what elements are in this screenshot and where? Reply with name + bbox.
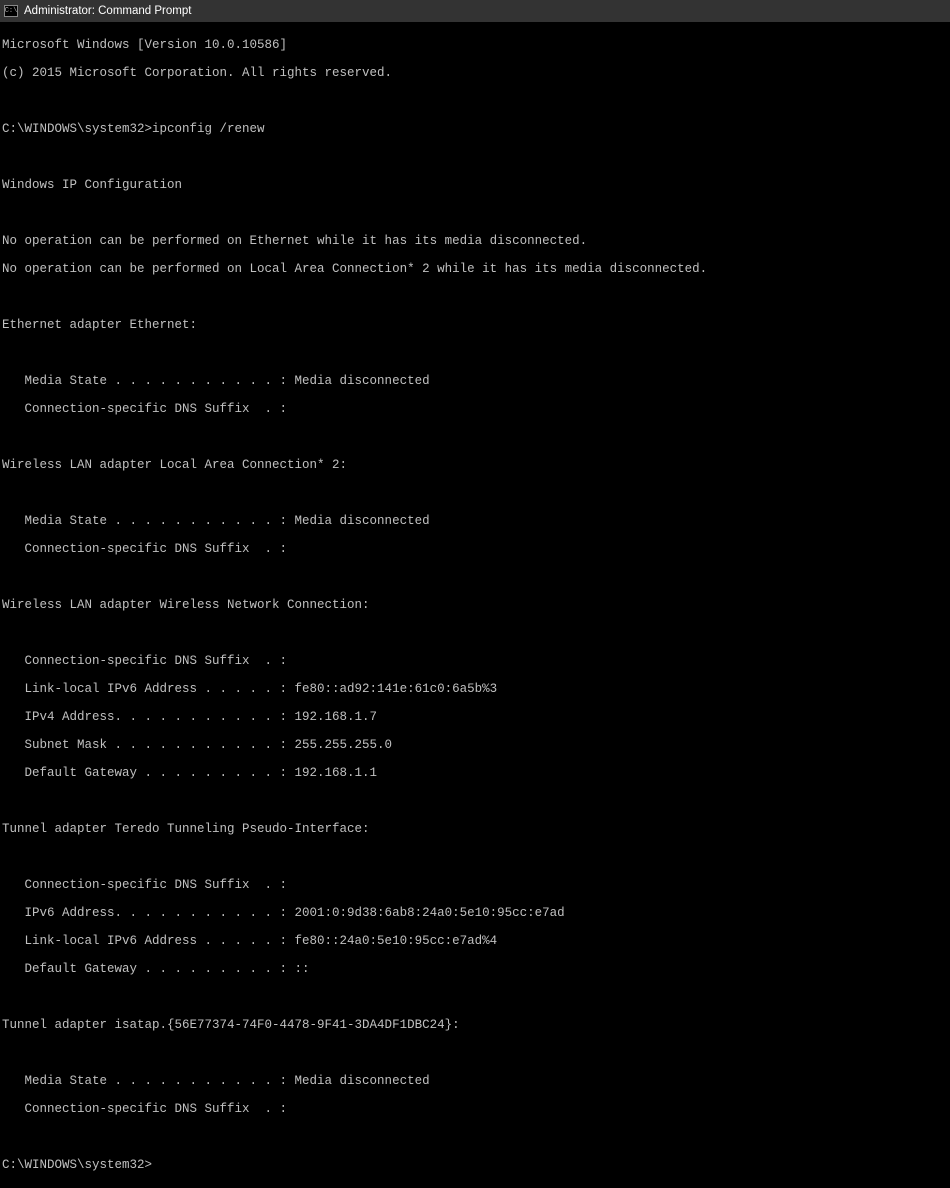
output-line: No operation can be performed on Local A…	[2, 262, 948, 276]
output-line: Media State . . . . . . . . . . . : Medi…	[2, 1074, 948, 1088]
prompt-line: C:\WINDOWS\system32>ipconfig /renew	[2, 122, 948, 136]
output-line: Connection-specific DNS Suffix . :	[2, 1102, 948, 1116]
output-line: Subnet Mask . . . . . . . . . . . : 255.…	[2, 738, 948, 752]
output-line: Default Gateway . . . . . . . . . : 192.…	[2, 766, 948, 780]
adapter-header: Tunnel adapter Teredo Tunneling Pseudo-I…	[2, 822, 948, 836]
output-line: No operation can be performed on Etherne…	[2, 234, 948, 248]
window-title: Administrator: Command Prompt	[24, 5, 191, 17]
window-titlebar[interactable]: C:\ Administrator: Command Prompt	[0, 0, 950, 22]
output-line	[2, 346, 948, 360]
output-line	[2, 794, 948, 808]
output-line: (c) 2015 Microsoft Corporation. All righ…	[2, 66, 948, 80]
output-line: IPv4 Address. . . . . . . . . . . : 192.…	[2, 710, 948, 724]
output-line	[2, 150, 948, 164]
output-line	[2, 1046, 948, 1060]
output-line	[2, 206, 948, 220]
output-line: Media State . . . . . . . . . . . : Medi…	[2, 374, 948, 388]
output-line: Media State . . . . . . . . . . . : Medi…	[2, 514, 948, 528]
adapter-header: Wireless LAN adapter Local Area Connecti…	[2, 458, 948, 472]
output-line	[2, 850, 948, 864]
prompt-line: C:\WINDOWS\system32>	[2, 1158, 948, 1172]
output-line	[2, 430, 948, 444]
terminal-output[interactable]: Microsoft Windows [Version 10.0.10586] (…	[0, 22, 950, 1188]
output-line	[2, 626, 948, 640]
output-line: IPv6 Address. . . . . . . . . . . : 2001…	[2, 906, 948, 920]
output-line: Connection-specific DNS Suffix . :	[2, 654, 948, 668]
output-line: Link-local IPv6 Address . . . . . : fe80…	[2, 682, 948, 696]
output-line: Microsoft Windows [Version 10.0.10586]	[2, 38, 948, 52]
output-line: Default Gateway . . . . . . . . . : ::	[2, 962, 948, 976]
output-line: Connection-specific DNS Suffix . :	[2, 542, 948, 556]
output-line: Windows IP Configuration	[2, 178, 948, 192]
adapter-header: Tunnel adapter isatap.{56E77374-74F0-447…	[2, 1018, 948, 1032]
output-line: Connection-specific DNS Suffix . :	[2, 878, 948, 892]
cmd-icon: C:\	[4, 5, 18, 17]
output-line	[2, 290, 948, 304]
output-line: Connection-specific DNS Suffix . :	[2, 402, 948, 416]
output-line: Link-local IPv6 Address . . . . . : fe80…	[2, 934, 948, 948]
output-line	[2, 570, 948, 584]
output-line	[2, 94, 948, 108]
output-line	[2, 1130, 948, 1144]
output-line	[2, 990, 948, 1004]
output-line	[2, 486, 948, 500]
adapter-header: Ethernet adapter Ethernet:	[2, 318, 948, 332]
adapter-header: Wireless LAN adapter Wireless Network Co…	[2, 598, 948, 612]
